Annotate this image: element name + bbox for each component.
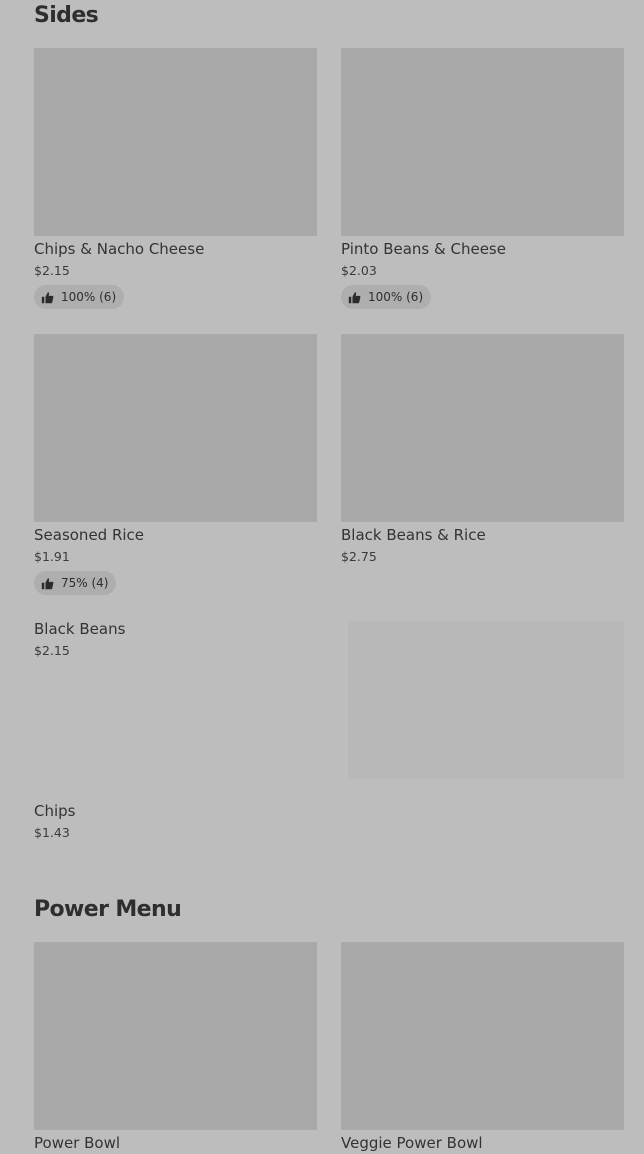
rating-text: 75% (4) — [61, 576, 109, 590]
item-price: $2.03 — [341, 263, 377, 278]
item-image — [34, 334, 317, 522]
item-image — [34, 942, 317, 1130]
item-name: Chips & Nacho Cheese — [34, 240, 205, 258]
section-title-power-menu: Power Menu — [34, 897, 182, 922]
thumbs-up-icon — [41, 577, 54, 589]
thumbs-up-icon — [41, 291, 54, 303]
item-price: $2.15 — [34, 263, 70, 278]
item-image — [34, 48, 317, 236]
menu-item-card[interactable]: Veggie Power Bowl — [341, 942, 624, 1153]
item-name: Chips — [34, 802, 76, 820]
menu-item-card[interactable]: Seasoned Rice $1.91 75% (4) — [34, 334, 317, 595]
item-name: Pinto Beans & Cheese — [341, 240, 506, 258]
item-name: Power Bowl — [34, 1134, 121, 1152]
item-price: $2.75 — [341, 549, 377, 564]
rating-badge: 75% (4) — [34, 571, 117, 595]
item-image — [348, 621, 624, 779]
menu-item-card[interactable]: Black Beans & Rice $2.75 — [341, 334, 624, 566]
item-image — [341, 48, 624, 236]
section-title-sides: Sides — [34, 3, 99, 28]
item-image — [341, 334, 624, 522]
menu-item-card[interactable]: Pinto Beans & Cheese $2.03 100% (6) — [341, 48, 624, 309]
item-image — [341, 942, 624, 1130]
item-price: $1.43 — [34, 825, 70, 840]
item-name: Black Beans & Rice — [341, 526, 486, 544]
rating-text: 100% (6) — [61, 290, 117, 304]
item-price: $1.91 — [34, 549, 70, 564]
rating-text: 100% (6) — [368, 290, 424, 304]
item-name: Veggie Power Bowl — [341, 1134, 483, 1152]
rating-badge: 100% (6) — [341, 285, 432, 309]
item-name: Seasoned Rice — [34, 526, 145, 544]
menu-item-card[interactable]: Power Bowl — [34, 942, 317, 1153]
rating-badge: 100% (6) — [34, 285, 125, 309]
menu-item-row[interactable]: Chips $1.43 — [34, 801, 624, 851]
thumbs-up-icon — [348, 291, 361, 303]
menu-item-card[interactable]: Chips & Nacho Cheese $2.15 100% (6) — [34, 48, 317, 309]
